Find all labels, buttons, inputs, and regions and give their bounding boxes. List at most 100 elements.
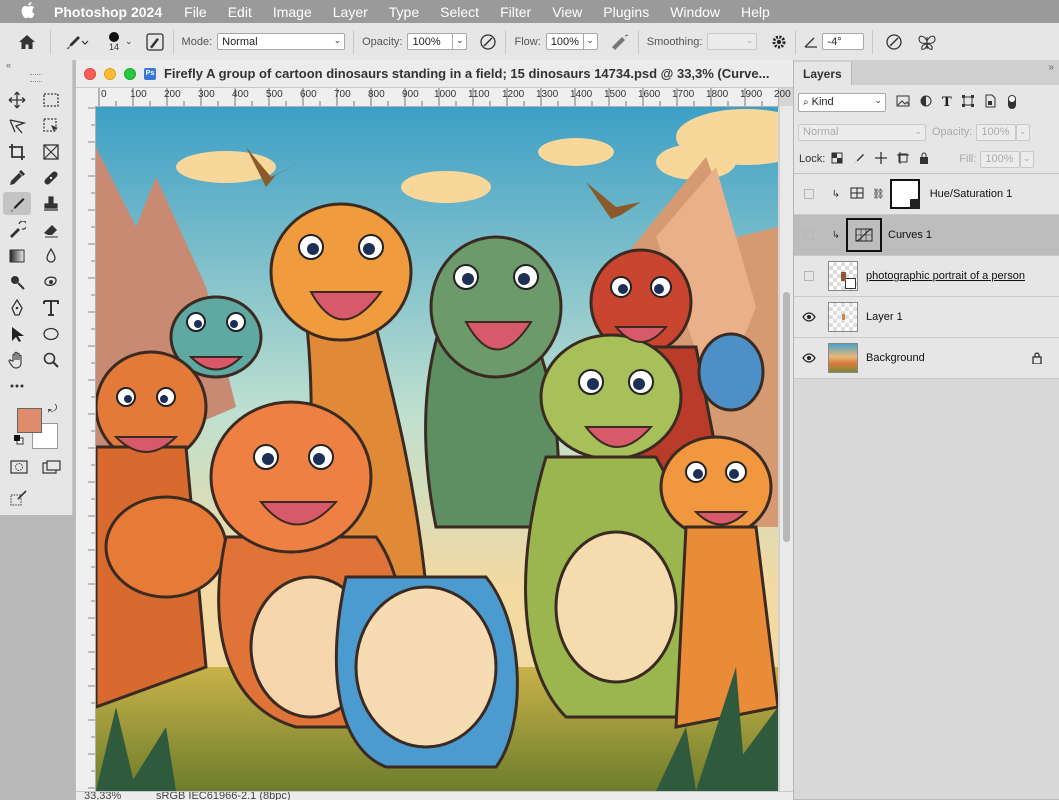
smart-object-thumbnail[interactable]: [828, 261, 858, 291]
lock-image-pixels-icon[interactable]: [853, 152, 865, 167]
filter-toggle-icon[interactable]: [1007, 95, 1016, 109]
ruler-origin[interactable]: [76, 88, 96, 107]
menu-window[interactable]: Window: [670, 4, 720, 20]
filter-type-icon[interactable]: T: [942, 95, 952, 110]
gear-icon[interactable]: [771, 34, 787, 50]
pressure-size-icon[interactable]: [885, 33, 903, 51]
layer-name[interactable]: Layer 1: [866, 311, 903, 323]
layer-row-hue-saturation[interactable]: ↳ ⛓ Hue/Saturation 1: [794, 174, 1059, 215]
foreground-color-swatch[interactable]: [17, 408, 42, 433]
dodge-tool-icon[interactable]: [3, 270, 31, 293]
apple-icon[interactable]: [18, 2, 38, 21]
menu-help[interactable]: Help: [741, 4, 770, 20]
brush-preset-icon[interactable]: [59, 33, 93, 51]
home-icon[interactable]: [12, 34, 42, 50]
pen-tool-icon[interactable]: [3, 296, 31, 319]
filter-adjustment-icon[interactable]: [920, 95, 932, 110]
flow-input[interactable]: 100%: [545, 33, 584, 50]
menu-type[interactable]: Type: [389, 4, 419, 20]
mode-select[interactable]: Normal ⌄: [217, 33, 346, 50]
quick-mask-icon[interactable]: [10, 460, 28, 477]
document-titlebar[interactable]: Ps Firefly A group of cartoon dinosaurs …: [76, 60, 793, 88]
blur-tool-icon[interactable]: [37, 244, 65, 267]
angle-input[interactable]: -4°: [822, 33, 865, 50]
filter-shape-icon[interactable]: [961, 94, 974, 110]
crop-tool-icon[interactable]: [3, 140, 31, 163]
panel-grip[interactable]: [30, 74, 42, 82]
symmetry-butterfly-icon[interactable]: [917, 33, 937, 51]
filter-smart-object-icon[interactable]: [984, 94, 996, 111]
type-tool-icon[interactable]: [37, 296, 65, 319]
collapse-toggle-icon[interactable]: «: [0, 60, 72, 72]
ellipse-tool-icon[interactable]: [37, 322, 65, 345]
menu-file[interactable]: File: [184, 4, 207, 20]
more-tools-icon[interactable]: [3, 374, 31, 397]
link-icon[interactable]: ⛓: [872, 189, 885, 200]
edit-toolbar-icon[interactable]: [10, 490, 28, 509]
curves-adjustment-thumbnail[interactable]: [846, 218, 882, 252]
brush-size-picker[interactable]: 14: [99, 31, 129, 52]
layer-opacity-input[interactable]: 100%: [976, 123, 1017, 141]
screen-mode-icon[interactable]: [42, 460, 62, 477]
app-menu[interactable]: Photoshop 2024: [54, 4, 162, 20]
canvas-image[interactable]: [96, 107, 778, 791]
layer-opacity-dropdown[interactable]: ⌄: [1016, 123, 1031, 141]
layer-row-curves[interactable]: ↳ Curves 1: [794, 215, 1059, 256]
blend-mode-select[interactable]: Normal ⌄: [798, 123, 926, 141]
brush-settings-panel-icon[interactable]: [145, 32, 165, 51]
airbrush-icon[interactable]: [610, 33, 630, 50]
lock-all-icon[interactable]: [919, 152, 929, 167]
menu-filter[interactable]: Filter: [500, 4, 531, 20]
layer-name[interactable]: Curves 1: [888, 229, 932, 241]
layer-name[interactable]: Hue/Saturation 1: [930, 188, 1013, 200]
menu-plugins[interactable]: Plugins: [603, 4, 649, 20]
filter-kind-select[interactable]: ⌕ Kind ⌄: [798, 92, 886, 112]
layer-name[interactable]: photographic portrait of a person: [866, 270, 1025, 282]
tab-layers[interactable]: Layers: [794, 62, 852, 85]
swap-colors-icon[interactable]: ⤾: [48, 403, 57, 416]
minimize-window-icon[interactable]: [103, 67, 116, 80]
opacity-dropdown[interactable]: ⌄: [453, 33, 468, 50]
zoom-window-icon[interactable]: [123, 67, 136, 80]
flow-dropdown[interactable]: ⌄: [583, 33, 598, 50]
close-window-icon[interactable]: [84, 67, 96, 80]
history-brush-tool-icon[interactable]: [3, 218, 31, 241]
lock-transparent-pixels-icon[interactable]: [831, 152, 843, 167]
fill-dropdown[interactable]: ⌄: [1020, 150, 1035, 168]
menu-layer[interactable]: Layer: [333, 4, 368, 20]
default-colors-icon[interactable]: [14, 434, 24, 445]
smoothing-input[interactable]: ⌄: [707, 33, 758, 50]
path-selection-tool-icon[interactable]: [3, 322, 31, 345]
visibility-toggle[interactable]: [794, 312, 824, 322]
lock-icon[interactable]: [1032, 352, 1042, 367]
filter-pixel-icon[interactable]: [896, 95, 910, 110]
lasso-tool-icon[interactable]: [3, 114, 31, 137]
visibility-toggle[interactable]: [794, 230, 824, 240]
healing-brush-tool-icon[interactable]: [37, 166, 65, 189]
scrollbar-thumb[interactable]: [783, 292, 790, 542]
opacity-input[interactable]: 100%: [407, 33, 454, 50]
zoom-tool-icon[interactable]: [37, 348, 65, 371]
lock-artboard-icon[interactable]: [897, 151, 910, 167]
eyedropper-tool-icon[interactable]: [3, 166, 31, 189]
layer-row-background[interactable]: Background: [794, 338, 1059, 379]
brush-tool-icon[interactable]: [3, 192, 31, 215]
menu-edit[interactable]: Edit: [228, 4, 252, 20]
horizontal-ruler[interactable]: 0 100 200 300 400 500 600 700 800 900 10…: [95, 88, 791, 107]
move-tool-icon[interactable]: [3, 88, 31, 111]
clone-stamp-tool-icon[interactable]: [37, 192, 65, 215]
visibility-toggle[interactable]: [794, 353, 824, 363]
marquee-tool-icon[interactable]: [37, 88, 65, 111]
collapse-panel-icon[interactable]: »: [1048, 62, 1054, 73]
layer-row-layer1[interactable]: Layer 1: [794, 297, 1059, 338]
menu-view[interactable]: View: [552, 4, 582, 20]
gradient-tool-icon[interactable]: [3, 244, 31, 267]
visibility-toggle[interactable]: [794, 271, 824, 281]
layer-thumbnail[interactable]: [828, 302, 858, 332]
layer-mask-thumbnail[interactable]: [889, 179, 920, 209]
fill-input[interactable]: 100%: [980, 150, 1021, 168]
visibility-toggle[interactable]: [794, 189, 824, 199]
vertical-ruler[interactable]: [76, 106, 96, 791]
hand-tool-icon[interactable]: [3, 348, 31, 371]
frame-tool-icon[interactable]: [37, 140, 65, 163]
